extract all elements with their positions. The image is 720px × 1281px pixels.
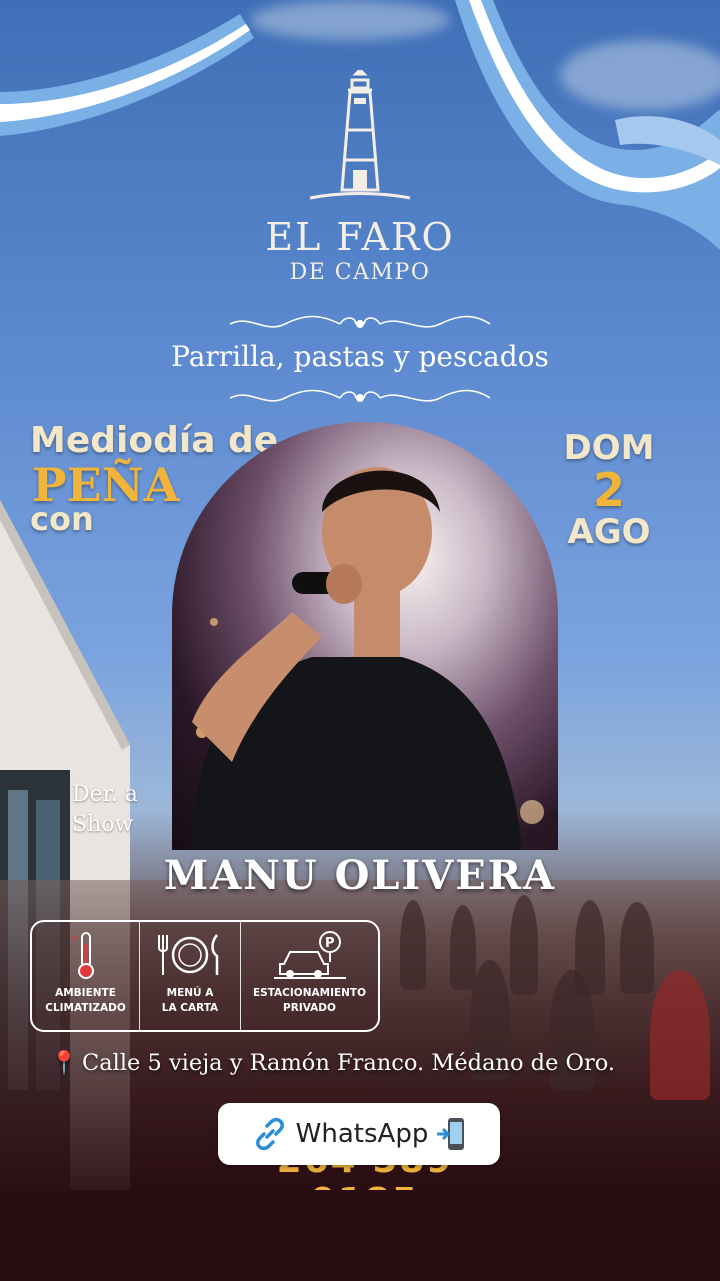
features-box: * AMBIENTE CLIMATIZADO MENÚ A LA CARTA P — [30, 920, 380, 1032]
svg-text:*: * — [72, 933, 78, 947]
parking-car-icon: P — [273, 931, 346, 979]
artist-photo-arch — [172, 422, 558, 850]
thermometer-icon: * — [72, 932, 94, 979]
feature-label: ESTACIONAMIENTO PRIVADO — [252, 987, 367, 1014]
brand-name: El Faro — [265, 215, 455, 259]
show-fee-notice: Der. a Show — [72, 780, 138, 840]
person — [400, 900, 426, 990]
plate-cutlery-icon — [158, 934, 219, 975]
event-title-line3: con — [30, 500, 94, 538]
event-poster: El Faro de campo Parrilla, pastas y pesc… — [0, 0, 720, 1190]
ornament-swirl-top — [229, 315, 491, 328]
link-icon — [255, 1117, 284, 1151]
brand-subtitle: de campo — [289, 260, 431, 285]
pin-icon: 📍 — [50, 1050, 79, 1076]
address-text: Calle 5 vieja y Ramón Franco. Médano de … — [82, 1050, 616, 1076]
feature-menu: MENÚ A LA CARTA — [139, 922, 240, 1030]
cloud — [250, 0, 450, 40]
argentina-flag-ribbon-left — [0, 14, 254, 136]
show-fee-line1: Der. a — [72, 782, 138, 807]
feature-label: AMBIENTE CLIMATIZADO — [45, 987, 126, 1014]
person — [510, 895, 538, 995]
address-line: 📍 Calle 5 vieja y Ramón Franco. Médano de… — [50, 1050, 690, 1076]
date-weekday: DOM — [563, 428, 655, 468]
whatsapp-label: WhatsApp — [295, 1119, 429, 1149]
event-date: DOM 2 AGO — [554, 428, 664, 552]
date-day: 2 — [592, 463, 625, 517]
ornament-swirl-bottom — [229, 389, 491, 402]
feature-climatizado: * AMBIENTE CLIMATIZADO — [32, 922, 139, 1030]
person — [450, 905, 476, 990]
lighthouse-logo — [309, 70, 411, 200]
show-fee-line2: Show — [72, 812, 134, 837]
whatsapp-link-button[interactable]: WhatsApp — [218, 1103, 500, 1165]
phone-arrow-icon — [437, 1118, 465, 1150]
feature-label: MENÚ A LA CARTA — [161, 987, 219, 1014]
singer-photo — [192, 467, 544, 850]
feature-parking: P ESTACIONAMIENTO PRIVADO — [240, 922, 378, 1030]
date-month: AGO — [567, 512, 651, 552]
tagline: Parrilla, pastas y pescados — [171, 340, 549, 373]
person — [650, 970, 710, 1100]
person — [620, 902, 654, 994]
bottom-bar — [0, 1190, 720, 1281]
svg-text:P: P — [325, 936, 335, 951]
artist-name: MANU OLIVERA — [163, 852, 557, 899]
